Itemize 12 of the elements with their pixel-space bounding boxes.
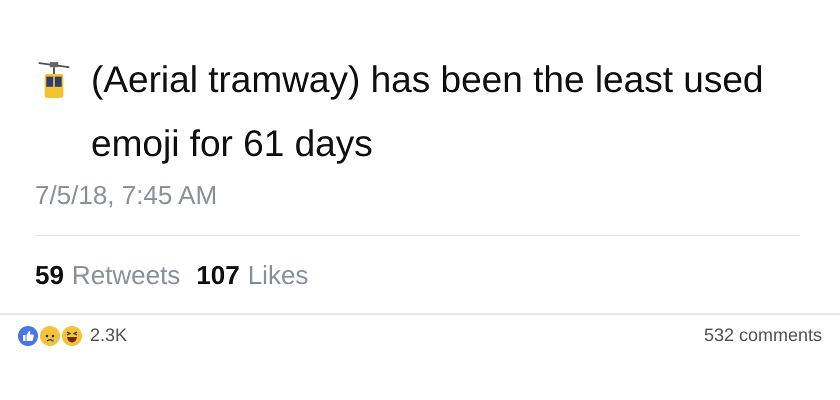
likes-label: Likes (248, 260, 308, 291)
like-reaction-icon (18, 326, 38, 346)
retweets-label: Retweets (72, 260, 180, 291)
sad-reaction-icon (40, 326, 60, 346)
retweet-count: 59 (35, 260, 64, 291)
laughing-reaction-icon (62, 326, 82, 346)
aerial-tramway-icon (37, 60, 71, 100)
reaction-count[interactable]: 2.3K (90, 325, 128, 346)
tweet-text: (Aerial tramway) has been the least used emoji for 61 days (91, 58, 765, 166)
like-count: 107 (196, 260, 240, 291)
tweet-timestamp: 7/5/18, 7:45 AM (35, 180, 800, 236)
comments-count[interactable]: 532 comments (704, 325, 822, 346)
